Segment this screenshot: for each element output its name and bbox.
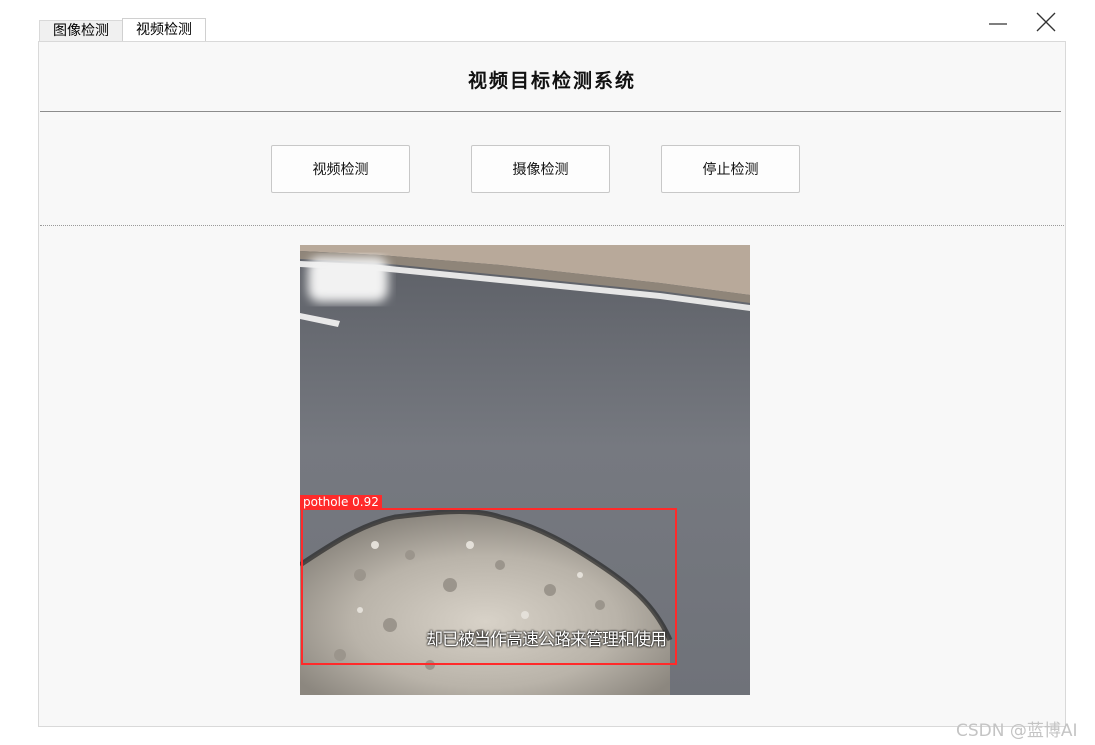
tab-bar: 图像检测 视频检测 bbox=[39, 18, 206, 41]
close-icon bbox=[1036, 12, 1056, 32]
camera-detect-button[interactable]: 摄像检测 bbox=[471, 145, 610, 193]
minimize-icon bbox=[989, 23, 1007, 25]
stop-detect-button[interactable]: 停止检测 bbox=[661, 145, 800, 193]
section-divider bbox=[40, 225, 1064, 226]
title-divider bbox=[40, 111, 1061, 112]
app-window: 图像检测 视频检测 视频目标检测系统 视频检测 摄像检测 停止检测 pothol… bbox=[0, 0, 1095, 745]
video-frame: pothole 0.92 却已被当作高速公路来管理和使用 bbox=[300, 245, 750, 695]
video-detection-panel: 视频目标检测系统 视频检测 摄像检测 停止检测 pothole 0.92 却已被… bbox=[38, 41, 1066, 727]
video-detect-button[interactable]: 视频检测 bbox=[271, 145, 410, 193]
page-title: 视频目标检测系统 bbox=[467, 70, 636, 92]
tab-video-detection[interactable]: 视频检测 bbox=[122, 18, 206, 41]
tab-image-detection[interactable]: 图像检测 bbox=[39, 20, 123, 41]
minimize-button[interactable] bbox=[984, 8, 1012, 36]
close-button[interactable] bbox=[1032, 8, 1060, 36]
detection-label: pothole 0.92 bbox=[300, 495, 382, 510]
watermark: CSDN @蓝博AI bbox=[956, 721, 1078, 741]
video-subtitle: 却已被当作高速公路来管理和使用 bbox=[426, 630, 667, 650]
